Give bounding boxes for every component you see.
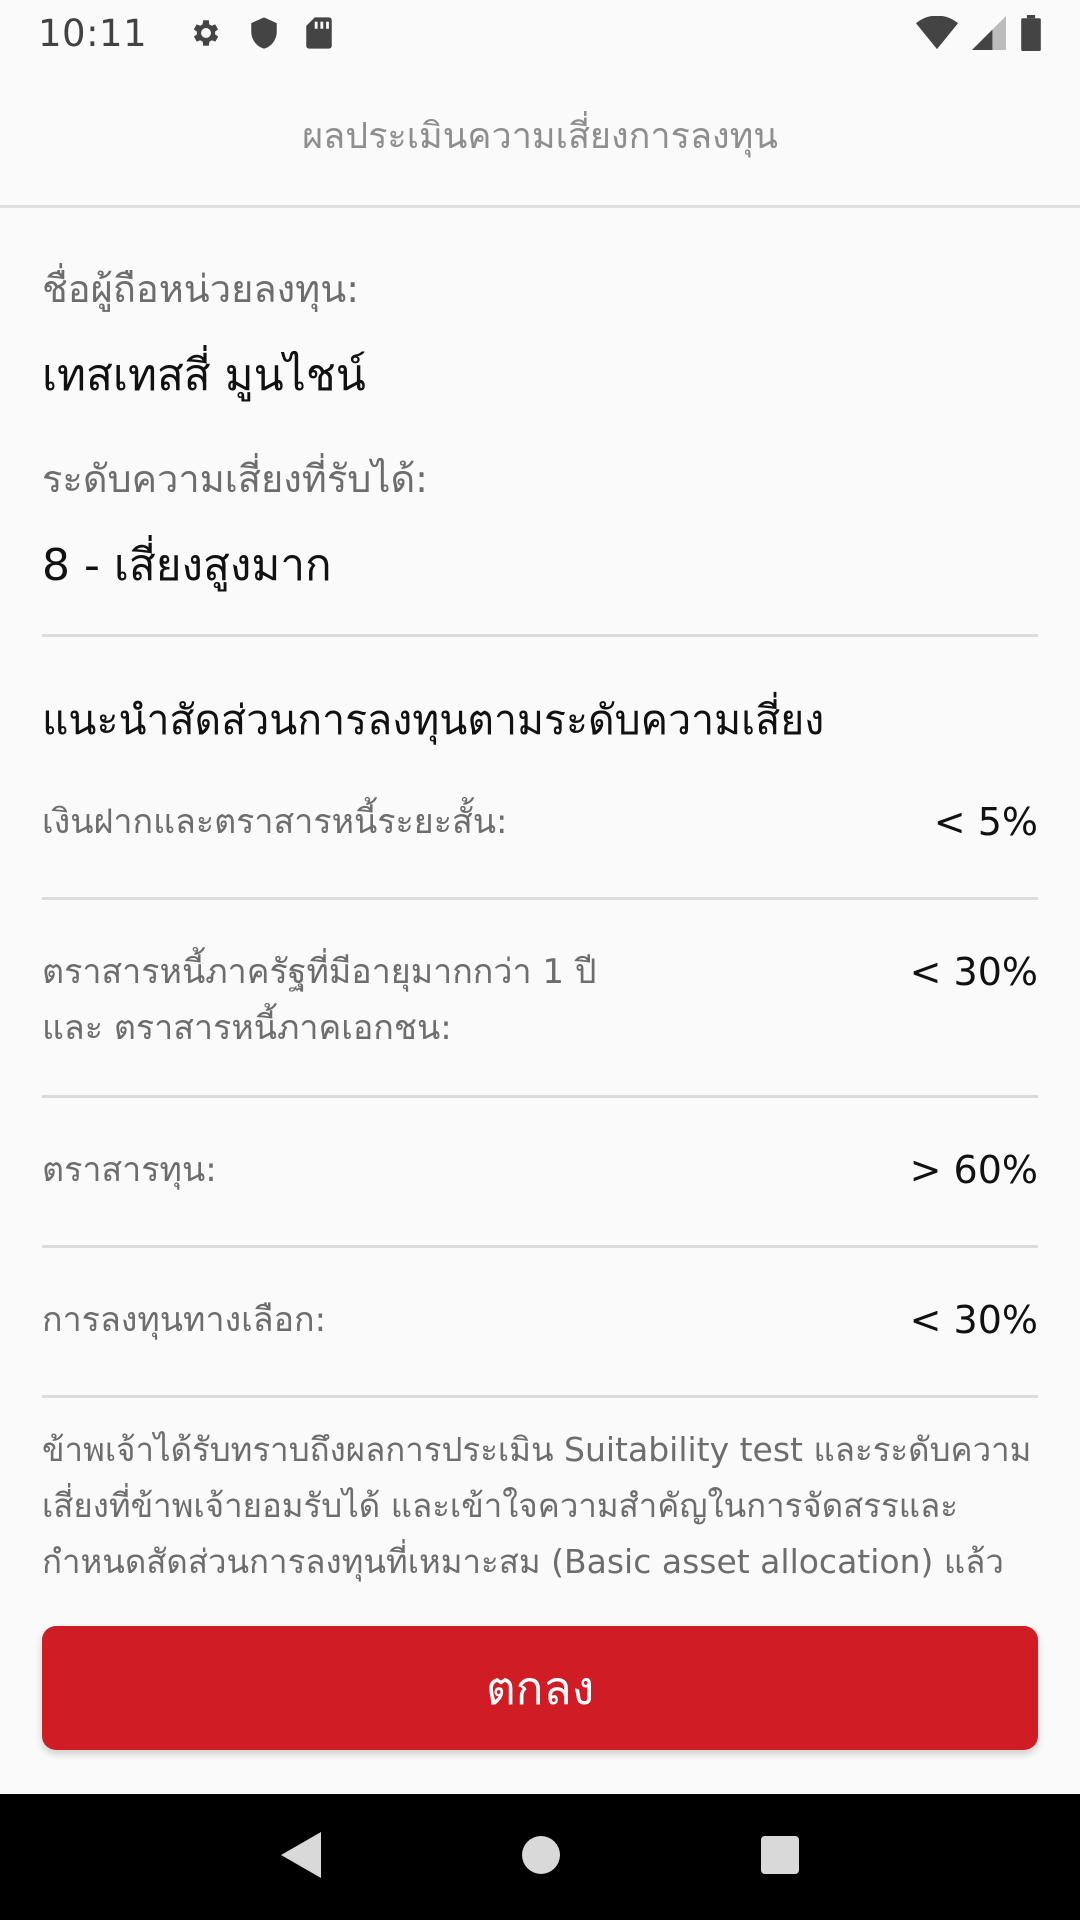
sd-card-icon bbox=[305, 16, 333, 50]
status-icons-left bbox=[189, 16, 333, 50]
allocation-row-value: < 30% bbox=[909, 1298, 1038, 1342]
app-bar: ผลประเมินความเสี่ยงการลงทุน bbox=[0, 66, 1080, 208]
screen: 10:11 ผลประเมินความเสี่ยงการลงทุน ชื่อผู… bbox=[0, 0, 1080, 1920]
signal-icon bbox=[972, 16, 1006, 50]
allocation-row-alternative: การลงทุนทางเลือก: < 30% bbox=[42, 1248, 1038, 1398]
allocation-row-label: การลงทุนทางเลือก: bbox=[42, 1300, 327, 1340]
status-bar: 10:11 bbox=[0, 0, 1080, 66]
status-time: 10:11 bbox=[38, 11, 148, 55]
navigation-bar bbox=[0, 1794, 1080, 1920]
allocation-row-value: < 5% bbox=[933, 800, 1038, 844]
status-icons-right bbox=[916, 15, 1042, 51]
home-icon[interactable] bbox=[521, 1836, 560, 1878]
risk-level-value: 8 - เสี่ยงสูงมาก bbox=[42, 540, 332, 591]
allocation-row-equity: ตราสารทุน: > 60% bbox=[42, 1098, 1038, 1248]
divider bbox=[42, 634, 1038, 637]
back-icon[interactable] bbox=[280, 1832, 321, 1882]
wifi-icon bbox=[916, 16, 958, 50]
allocation-row-value: > 60% bbox=[909, 1148, 1038, 1192]
shield-icon bbox=[249, 16, 279, 50]
page-title: ผลประเมินความเสี่ยงการลงทุน bbox=[302, 116, 778, 157]
holder-label: ชื่อผู้ถือหน่วยลงทุน: bbox=[42, 267, 360, 311]
allocation-row-value: < 30% bbox=[909, 950, 1038, 994]
battery-icon bbox=[1020, 15, 1042, 51]
allocation-row-deposits: เงินฝากและตราสารหนี้ระยะสั้น: < 5% bbox=[42, 770, 1038, 900]
allocation-row-bonds: ตราสารหนี้ภาครัฐที่มีอายุมากกว่า 1 ปี แล… bbox=[42, 900, 1038, 1098]
holder-name: เทสเทสสี่ มูนไชน์ bbox=[42, 350, 366, 401]
gear-icon bbox=[189, 16, 223, 50]
recents-icon[interactable] bbox=[761, 1836, 800, 1878]
disclaimer-text: ข้าพเจ้าได้รับทราบถึงผลการประเมิน Suitab… bbox=[42, 1430, 1032, 1581]
risk-level-label: ระดับความเสี่ยงที่รับได้: bbox=[42, 457, 428, 501]
allocation-row-label: ตราสารทุน: bbox=[42, 1150, 217, 1190]
allocation-section-title: แนะนำสัดส่วนการลงทุนตามระดับความเสี่ยง bbox=[42, 696, 825, 744]
allocation-row-label: ตราสารหนี้ภาครัฐที่มีอายุมากกว่า 1 ปี แล… bbox=[42, 952, 597, 1048]
allocation-row-label: เงินฝากและตราสารหนี้ระยะสั้น: bbox=[42, 802, 508, 842]
ok-button[interactable]: ตกลง bbox=[42, 1626, 1038, 1750]
